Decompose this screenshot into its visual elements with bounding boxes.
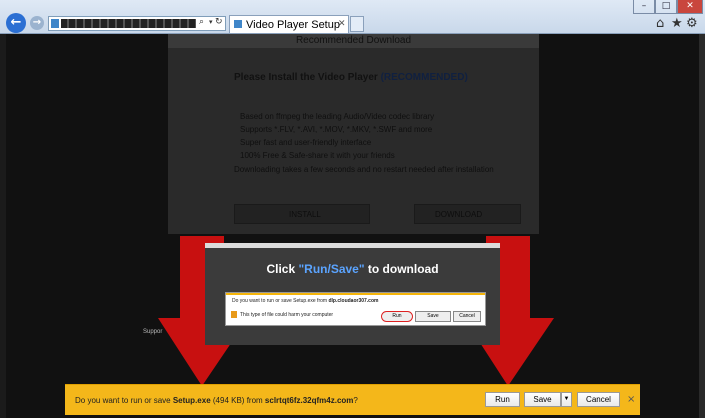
browser-chrome: – □ ✕ ← → ⌕ ▾ ↻ Video Player Setup ✕ ⌂ ★…: [0, 0, 705, 34]
ie-page-icon: [51, 19, 59, 28]
minimize-button[interactable]: –: [633, 0, 655, 14]
tab-video-player-setup[interactable]: Video Player Setup ✕: [229, 15, 349, 33]
close-tab-icon[interactable]: ✕: [338, 19, 346, 29]
install-button[interactable]: INSTALL: [234, 204, 370, 224]
run-button[interactable]: Run: [485, 392, 520, 407]
feature-item: 100% Free & Safe-share it with your frie…: [240, 151, 395, 160]
tab-title: Video Player Setup: [246, 19, 340, 31]
new-tab-button[interactable]: [350, 16, 364, 32]
home-icon[interactable]: ⌂: [656, 16, 664, 31]
download-notification-bar: Do you want to run or save Setup.exe (49…: [65, 384, 640, 415]
cancel-button[interactable]: Cancel: [577, 392, 620, 407]
refresh-icon[interactable]: ↻: [215, 17, 223, 27]
feature-item: Supports *.FLV, *.AVI, *.MOV, *.MKV, *.S…: [240, 125, 433, 134]
notification-message: Do you want to run or save Setup.exe (49…: [75, 396, 358, 405]
download-button[interactable]: DOWNLOAD: [414, 204, 521, 224]
instruction-overlay: Click "Run/Save" to download Do you want…: [205, 243, 500, 345]
mini-warning: This type of file could harm your comput…: [240, 312, 334, 318]
mini-prompt-bar: [226, 293, 485, 295]
mini-save-button: Save: [415, 311, 451, 322]
maximize-button[interactable]: □: [655, 0, 677, 14]
overlay-title: Click "Run/Save" to download: [266, 262, 439, 276]
page-title: Please Install the Video Player (RECOMME…: [234, 72, 468, 83]
search-icon[interactable]: ⌕: [199, 17, 204, 27]
mini-run-button: Run: [381, 311, 413, 322]
dropdown-icon[interactable]: ▾: [209, 18, 213, 26]
gear-icon[interactable]: ⚙: [686, 16, 698, 31]
feature-item: Downloading takes a few seconds and no r…: [234, 165, 494, 174]
forward-button[interactable]: →: [30, 16, 44, 30]
ie-tab-icon: [234, 20, 242, 28]
address-url-redacted: [61, 19, 196, 28]
back-button[interactable]: ←: [6, 13, 26, 33]
feature-item: Super fast and user-friendly interface: [240, 138, 372, 147]
mini-prompt-text: Do you want to run or save Setup.exe fro…: [232, 298, 379, 304]
close-window-button[interactable]: ✕: [677, 0, 703, 14]
save-button[interactable]: Save: [524, 392, 561, 407]
close-notification-icon[interactable]: ×: [627, 394, 635, 405]
address-bar[interactable]: ⌕ ▾ ↻: [48, 16, 226, 31]
install-label: INSTALL: [289, 210, 321, 219]
favorites-star-icon[interactable]: ★: [671, 16, 683, 31]
download-panel: Recommended Download Please Install the …: [168, 34, 539, 234]
save-dropdown-arrow-icon[interactable]: ▼: [561, 392, 572, 407]
panel-header: Recommended Download: [168, 34, 539, 48]
feature-item: Based on ffmpeg the leading Audio/Video …: [240, 112, 435, 121]
shield-warning-icon: [231, 311, 237, 318]
mini-cancel-button: Cancel: [453, 311, 481, 322]
mini-download-prompt: Do you want to run or save Setup.exe fro…: [225, 292, 486, 326]
scrollbar[interactable]: [699, 34, 705, 418]
download-label: DOWNLOAD: [435, 210, 483, 219]
